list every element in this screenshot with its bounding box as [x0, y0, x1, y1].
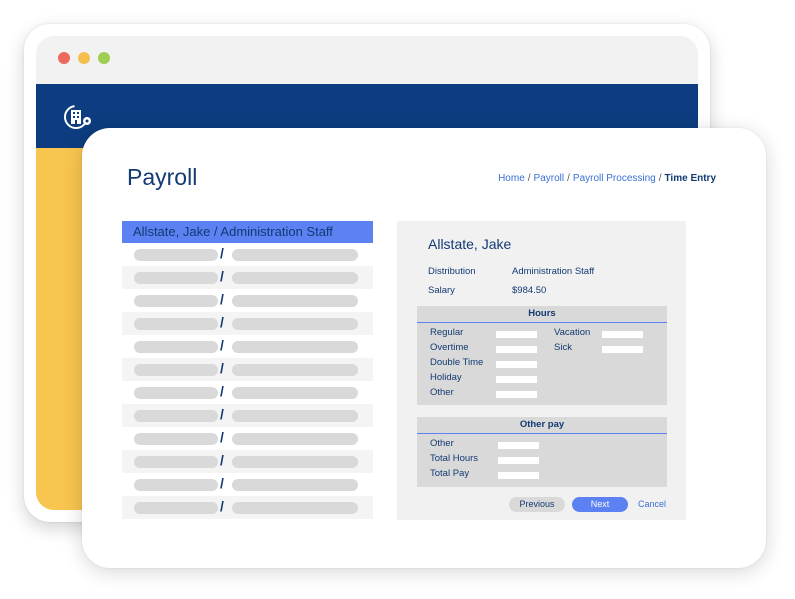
employee-list-item[interactable]: / — [122, 450, 373, 473]
row-separator: / — [220, 360, 224, 376]
total-pay-label: Total Pay — [430, 468, 470, 479]
minimize-window-button[interactable] — [78, 52, 90, 64]
employee-name-placeholder — [134, 502, 218, 514]
window-titlebar — [36, 36, 698, 84]
employee-list-item[interactable]: / — [122, 335, 373, 358]
employee-list-item[interactable]: / — [122, 381, 373, 404]
employee-role-placeholder — [232, 433, 358, 445]
regular-hours-input[interactable] — [496, 331, 537, 338]
employee-role-placeholder — [232, 479, 358, 491]
building-gear-icon[interactable] — [62, 101, 94, 133]
cancel-button[interactable]: Cancel — [634, 497, 670, 512]
row-separator: / — [220, 268, 224, 284]
breadcrumb: Home / Payroll / Payroll Processing / Time Ent… — [498, 173, 716, 184]
salary-label: Salary — [428, 285, 455, 296]
other-pay-section-title: Other pay — [417, 417, 667, 434]
row-separator: / — [220, 475, 224, 491]
employee-list-item[interactable]: / — [122, 358, 373, 381]
row-separator: / — [220, 429, 224, 445]
other-hours-label: Other — [430, 387, 454, 398]
hours-section-title: Hours — [417, 306, 667, 323]
breadcrumb-separator: / — [567, 173, 570, 184]
employee-list-item[interactable]: / — [122, 289, 373, 312]
double-time-label: Double Time — [430, 357, 484, 368]
employee-detail-panel: Allstate, Jake Distribution Administrati… — [397, 221, 686, 520]
breadcrumb-separator: / — [658, 173, 662, 184]
row-separator: / — [220, 245, 224, 261]
distribution-label: Distribution — [428, 266, 476, 277]
employee-name-placeholder — [134, 410, 218, 422]
employee-role-placeholder — [232, 364, 358, 376]
other-pay-section: Other pay Other Total Hours Total Pay — [417, 417, 667, 487]
employee-name-placeholder — [134, 295, 218, 307]
employee-list: Allstate, Jake / Administration Staff / /… — [122, 221, 373, 519]
row-separator: / — [220, 314, 224, 330]
employee-name-placeholder — [134, 364, 218, 376]
employee-name-placeholder — [134, 341, 218, 353]
payroll-card: Payroll Home / Payroll / Payroll Processing /… — [82, 128, 766, 568]
employee-role-placeholder — [232, 295, 358, 307]
employee-role-placeholder — [232, 272, 358, 284]
next-button[interactable]: Next — [572, 497, 628, 512]
employee-list-item[interactable]: / — [122, 266, 373, 289]
row-separator: / — [220, 406, 224, 422]
sick-label: Sick — [554, 342, 572, 353]
vacation-label: Vacation — [554, 327, 591, 338]
double-time-hours-input[interactable] — [496, 361, 537, 368]
overtime-label: Overtime — [430, 342, 469, 353]
employee-list-item[interactable]: / — [122, 427, 373, 450]
row-separator: / — [220, 337, 224, 353]
employee-name-placeholder — [134, 479, 218, 491]
employee-role-placeholder — [232, 318, 358, 330]
employee-role-placeholder — [232, 387, 358, 399]
employee-list-item-selected[interactable]: Allstate, Jake / Administration Staff — [122, 221, 373, 243]
employee-role-placeholder — [232, 341, 358, 353]
total-pay-input[interactable] — [498, 472, 539, 479]
employee-name-placeholder — [134, 387, 218, 399]
distribution-value: Administration Staff — [512, 266, 595, 277]
employee-name-placeholder — [134, 272, 218, 284]
total-hours-input[interactable] — [498, 457, 539, 464]
employee-list-item[interactable]: / — [122, 312, 373, 335]
employee-role-placeholder — [232, 249, 358, 261]
breadcrumb-home[interactable]: Home — [498, 173, 525, 184]
employee-list-item[interactable]: / — [122, 404, 373, 427]
holiday-hours-input[interactable] — [496, 376, 537, 383]
employee-name-placeholder — [134, 318, 218, 330]
total-hours-label: Total Hours — [430, 453, 479, 464]
row-separator: / — [220, 452, 224, 468]
breadcrumb-payroll-processing[interactable]: Payroll Processing — [573, 173, 656, 184]
employee-name-placeholder — [134, 433, 218, 445]
employee-list-item[interactable]: / — [122, 496, 373, 519]
breadcrumb-payroll[interactable]: Payroll — [534, 173, 565, 184]
sick-hours-input[interactable] — [602, 346, 643, 353]
vacation-hours-input[interactable] — [602, 331, 643, 338]
employee-role-placeholder — [232, 502, 358, 514]
breadcrumb-separator: / — [527, 173, 531, 184]
maximize-window-button[interactable] — [98, 52, 110, 64]
previous-button[interactable]: Previous — [509, 497, 565, 512]
employee-role-placeholder — [232, 410, 358, 422]
employee-name-placeholder — [134, 249, 218, 261]
employee-rows: / / / / / / / / / / / / — [122, 243, 373, 519]
breadcrumb-time-entry: Time Entry — [664, 173, 717, 184]
employee-name: Allstate, Jake — [428, 236, 512, 252]
employee-list-item[interactable]: / — [122, 243, 373, 266]
close-window-button[interactable] — [58, 52, 70, 64]
regular-label: Regular — [430, 327, 464, 338]
hours-section: Hours Regular Overtime Double Time Holid… — [417, 306, 667, 405]
overtime-hours-input[interactable] — [496, 346, 537, 353]
row-separator: / — [220, 291, 224, 307]
other-pay-label: Other — [430, 438, 454, 449]
other-hours-input[interactable] — [496, 391, 537, 398]
page-title: Payroll — [127, 164, 198, 190]
salary-value: $984.50 — [512, 285, 547, 296]
employee-name-placeholder — [134, 456, 218, 468]
other-pay-input[interactable] — [498, 442, 539, 449]
holiday-label: Holiday — [430, 372, 462, 383]
employee-role-placeholder — [232, 456, 358, 468]
row-separator: / — [220, 498, 224, 514]
employee-list-item[interactable]: / — [122, 473, 373, 496]
row-separator: / — [220, 383, 224, 399]
